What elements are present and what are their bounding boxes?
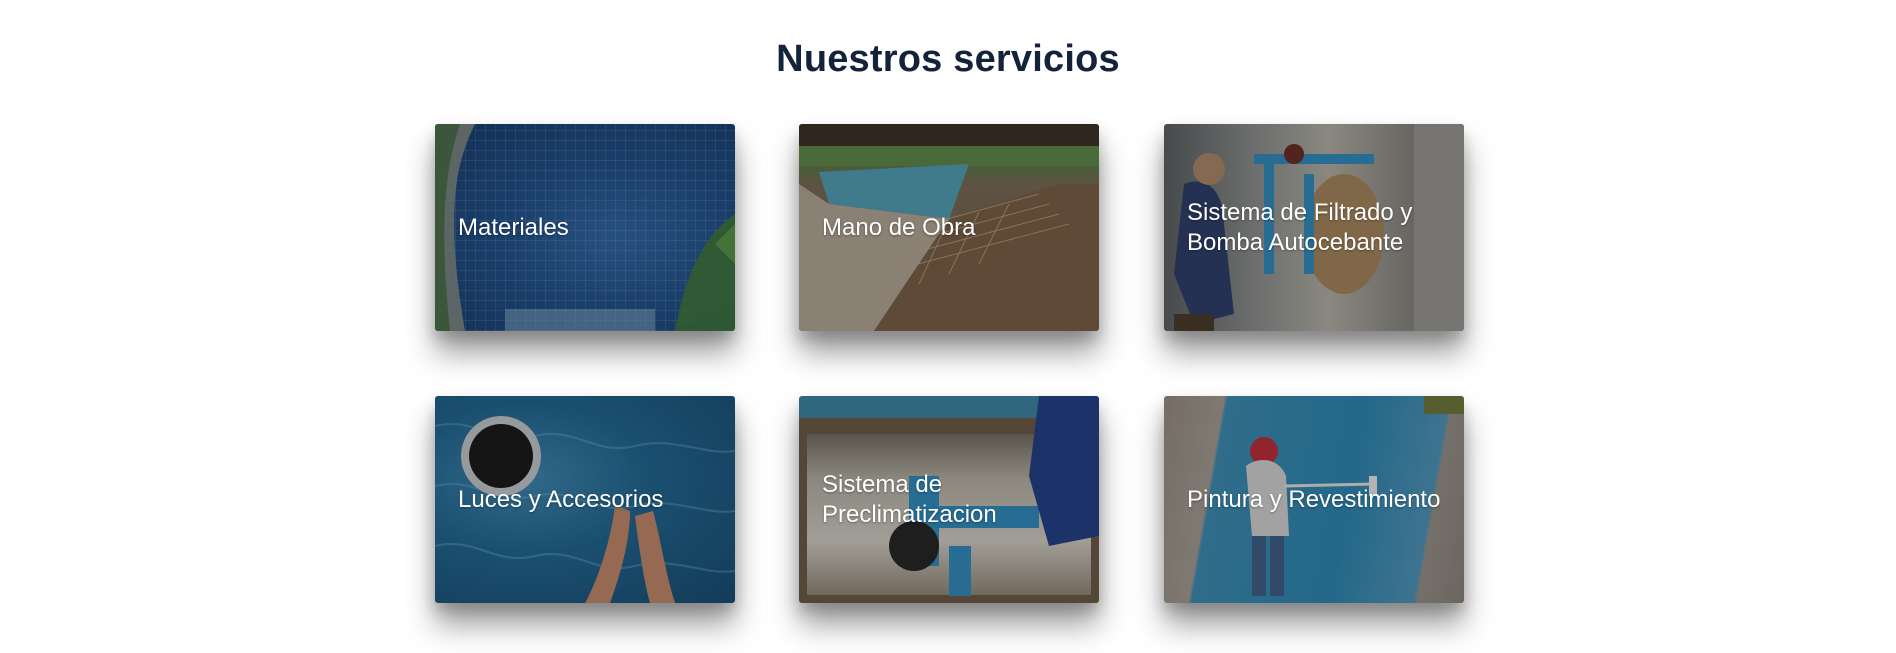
service-label: Sistema de Preclimatizacion bbox=[822, 470, 997, 528]
section-title: Nuestros servicios bbox=[776, 38, 1120, 80]
service-card-pintura[interactable]: Pintura y Revestimiento bbox=[1164, 396, 1464, 603]
services-section: Nuestros servicios Materiales Mano de Ob… bbox=[0, 0, 1896, 653]
service-card-mano-de-obra[interactable]: Mano de Obra bbox=[799, 124, 1099, 331]
service-card-filtrado[interactable]: Sistema de Filtrado y Bomba Autocebante bbox=[1164, 124, 1464, 331]
service-card-materiales[interactable]: Materiales bbox=[435, 124, 735, 331]
service-card-preclimatizacion[interactable]: Sistema de Preclimatizacion bbox=[799, 396, 1099, 603]
service-card-luces[interactable]: Luces y Accesorios bbox=[435, 396, 735, 603]
service-label: Materiales bbox=[458, 213, 569, 241]
service-label: Mano de Obra bbox=[822, 213, 976, 241]
service-label: Luces y Accesorios bbox=[458, 485, 664, 513]
service-label: Pintura y Revestimiento bbox=[1187, 485, 1441, 513]
service-label: Sistema de Filtrado y Bomba Autocebante bbox=[1187, 198, 1413, 256]
